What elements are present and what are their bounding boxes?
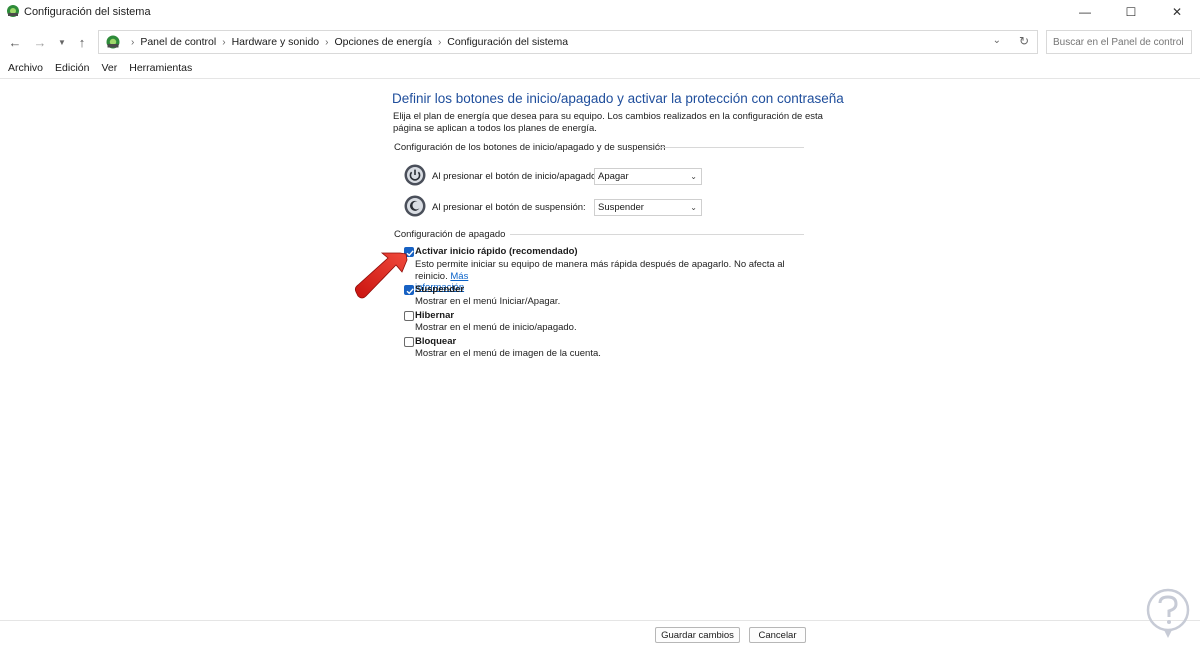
power-button-icon [404,164,426,186]
control-panel-icon [7,5,19,17]
power-button-select[interactable]: Apagar ⌄ [594,168,702,185]
close-icon: ✕ [1171,5,1183,19]
divider [0,620,1200,621]
back-button[interactable]: ← [6,32,24,52]
sleep-option-label: Suspender [415,284,465,295]
select-value: Suspender [598,202,644,213]
window-title: Configuración del sistema [24,6,151,18]
maximize-icon: ☐ [1125,5,1137,19]
cancel-button[interactable]: Cancelar [749,627,806,643]
chevron-right-icon[interactable]: › [438,37,441,48]
breadcrumb-item[interactable]: Panel de control [140,36,216,48]
chevron-right-icon[interactable]: › [325,37,328,48]
close-button[interactable]: ✕ [1154,0,1200,24]
fast-startup-description: Esto permite iniciar su equipo de manera… [415,259,810,294]
sleep-button-label: Al presionar el botón de suspensión: [432,202,586,213]
lock-option-description: Mostrar en el menú de imagen de la cuent… [415,348,601,359]
up-button[interactable]: ↑ [73,32,91,52]
navigation-bar: ← → ▼ ↑ › Panel de control › Hardware y … [0,28,1200,56]
description-text: Esto permite iniciar su equipo de manera… [415,259,785,282]
hibernate-option-label: Hibernar [415,310,455,321]
red-arrow-annotation [354,252,408,299]
menu-item-ver[interactable]: Ver [101,62,117,78]
group-title-shutdown: Configuración de apagado [394,229,506,240]
hibernate-option-description: Mostrar en el menú de inicio/apagado. [415,322,577,333]
title-bar: Configuración del sistema — ☐ ✕ [0,0,1200,24]
link-text[interactable]: Más [450,271,468,282]
sleep-button-select[interactable]: Suspender ⌄ [594,199,702,216]
sleep-option-description: Mostrar en el menú Iniciar/Apagar. [415,296,561,307]
breadcrumb-item[interactable]: Hardware y sonido [232,36,320,48]
address-dropdown-icon[interactable]: ⌄ [993,35,1001,46]
menu-item-archivo[interactable]: Archivo [8,62,43,78]
breadcrumb-item[interactable]: Opciones de energía [334,36,431,48]
select-value: Apagar [598,171,629,182]
breadcrumb-item[interactable]: Configuración del sistema [447,36,568,48]
sleep-button-icon [404,195,426,217]
page-title: Definir los botones de inicio/apagado y … [392,91,844,106]
chevron-down-icon: ⌄ [690,203,697,212]
power-button-label: Al presionar el botón de inicio/apagado: [432,171,599,182]
page-description: Elija el plan de energía que desea para … [393,111,823,134]
forward-button[interactable]: → [31,32,49,52]
fast-startup-label: Activar inicio rápido (recomendado) [415,246,578,257]
arrow-left-icon: ← [8,34,22,50]
divider [510,234,804,235]
menu-item-edicion[interactable]: Edición [55,62,89,78]
save-changes-button[interactable]: Guardar cambios [655,627,740,643]
minimize-icon: — [1079,5,1091,19]
control-panel-icon [106,35,120,49]
arrow-up-icon: ↑ [78,34,86,50]
divider [658,147,804,148]
arrow-right-icon: → [33,34,47,50]
lock-checkbox[interactable] [404,337,414,347]
chevron-down-icon: ▼ [58,37,66,47]
breadcrumb: › Panel de control › Hardware y sonido ›… [125,36,568,48]
minimize-button[interactable]: — [1062,0,1108,24]
watermark-logo-icon [1146,588,1190,638]
menu-item-herramientas[interactable]: Herramientas [129,62,192,78]
chevron-right-icon: › [131,36,135,48]
maximize-button[interactable]: ☐ [1108,0,1154,24]
menu-bar: Archivo Edición Ver Herramientas [0,62,196,78]
chevron-down-icon: ⌄ [690,172,697,181]
lock-option-label: Bloquear [415,336,457,347]
group-title-buttons: Configuración de los botones de inicio/a… [394,142,666,153]
refresh-icon[interactable]: ↻ [1019,34,1029,48]
chevron-right-icon[interactable]: › [222,37,225,48]
address-bar[interactable]: › Panel de control › Hardware y sonido ›… [98,30,1038,54]
recent-locations-button[interactable]: ▼ [53,32,71,52]
search-input[interactable] [1047,31,1191,53]
search-box[interactable] [1046,30,1192,54]
divider [0,78,1200,79]
hibernate-checkbox[interactable] [404,311,414,321]
